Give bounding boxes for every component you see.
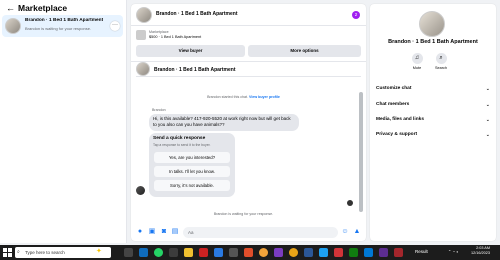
gif-icon[interactable]: ▤: [171, 228, 179, 236]
marketplace-header: ← Marketplace: [6, 3, 67, 13]
quick-response-option[interactable]: Yes, are you interested?: [154, 152, 230, 163]
app-icon[interactable]: [349, 248, 358, 257]
message-bubble: Hi, is this available? 417-920-5520 at w…: [149, 114, 299, 131]
taskbar-result-label[interactable]: Result: [415, 249, 428, 254]
chat-scrollbar[interactable]: [359, 92, 363, 212]
bell-icon: ♫: [411, 53, 423, 64]
chat-header-thumbnail: [136, 7, 152, 23]
search-icon: ⌕: [435, 53, 447, 64]
app-icon[interactable]: [169, 248, 178, 257]
microphone-icon[interactable]: ●: [136, 228, 144, 236]
app-icon[interactable]: [364, 248, 373, 257]
listing-card: Marketplace $500 · 1 Bed 1 Bath Apartmen…: [131, 28, 366, 62]
section-label: Media, files and links: [376, 117, 424, 122]
emoji-icon[interactable]: ☺: [341, 228, 349, 236]
subheader-name: Brandon · 1 Bed 1 Bath Apartment: [154, 67, 236, 73]
sidebar-title: Marketplace: [18, 3, 68, 13]
more-options-button[interactable]: More options: [248, 45, 361, 57]
quick-response-option[interactable]: Sorry, it's not available.: [154, 180, 230, 191]
app-icon[interactable]: [319, 248, 328, 257]
chevron-down-icon: ⌄: [485, 86, 490, 92]
section-label: Customize chat: [376, 86, 412, 91]
taskbar-clock[interactable]: 2:03 AM 12/16/2023: [462, 246, 490, 256]
listing-thumbnail: [5, 18, 21, 34]
like-icon[interactable]: ▲: [353, 228, 361, 236]
message-composer: ● ▣ ◙ ▤ Aa ☺ ▲: [131, 224, 366, 241]
quick-response-title: Send a quick response: [153, 136, 206, 141]
app-icon[interactable]: [304, 248, 313, 257]
view-buyer-button[interactable]: View buyer: [136, 45, 245, 57]
quick-response-card: Send a quick response Tap a response to …: [149, 133, 235, 197]
edge-browser-icon[interactable]: [139, 248, 148, 257]
chevron-down-icon: ⌄: [485, 102, 490, 108]
waiting-notice: Brandon is waiting for your response.: [213, 212, 274, 216]
quick-response-subtitle: Tap a response to send it to the buyer.: [153, 143, 211, 147]
more-options-icon[interactable]: ···: [110, 21, 120, 31]
sender-avatar: [136, 186, 145, 195]
whatsapp-icon[interactable]: [154, 248, 163, 257]
listing-price: $500 · 1 Bed 1 Bath Apartment: [149, 35, 202, 39]
widgets-icon[interactable]: ✦: [96, 247, 102, 255]
chevron-down-icon: ⌄: [485, 132, 490, 138]
sticker-icon[interactable]: ◙: [160, 228, 168, 236]
app-icon[interactable]: [214, 248, 223, 257]
app-icon[interactable]: [334, 248, 343, 257]
privacy-support-row[interactable]: Privacy & support ⌄: [376, 129, 490, 141]
details-name: Brandon · 1 Bed 1 Bath Apartment: [388, 39, 478, 45]
section-label: Privacy & support: [376, 132, 418, 137]
windows-start-icon[interactable]: [3, 248, 12, 257]
notification-badge[interactable]: 2: [352, 11, 360, 19]
chat-subheader: Brandon · 1 Bed 1 Bath Apartment: [136, 62, 361, 77]
chrome-icon[interactable]: [289, 248, 298, 257]
chevron-down-icon: ⌄: [485, 117, 490, 123]
message-input[interactable]: Aa: [183, 227, 338, 238]
app-icon[interactable]: [229, 248, 238, 257]
task-view-icon[interactable]: [124, 248, 133, 257]
chat-started-text: Brandon started this chat.: [207, 95, 249, 99]
app-icon[interactable]: [379, 248, 388, 257]
subheader-thumbnail: [136, 62, 150, 76]
listing-image: [136, 30, 146, 40]
file-explorer-icon[interactable]: [184, 248, 193, 257]
media-files-links-row[interactable]: Media, files and links ⌄: [376, 114, 490, 126]
chat-members-row[interactable]: Chat members ⌄: [376, 99, 490, 111]
chat-list-item[interactable]: Brandon · 1 Bed 1 Bath Apartment Brandon…: [2, 15, 123, 37]
customize-chat-row[interactable]: Customize chat ⌄: [376, 83, 490, 95]
view-buyer-profile-link[interactable]: View buyer profile: [249, 95, 280, 99]
listing-source: Marketplace: [149, 30, 169, 34]
firefox-icon[interactable]: [259, 248, 268, 257]
message-sender: Brandon: [152, 108, 166, 112]
chat-list-item-title: Brandon · 1 Bed 1 Bath Apartment: [25, 18, 103, 23]
search-label: Search: [434, 66, 448, 70]
section-label: Chat members: [376, 102, 410, 107]
listing-photo: [419, 11, 445, 37]
taskbar-search-placeholder: Type here to search: [25, 250, 65, 255]
search-button[interactable]: ⌕ Search: [426, 53, 456, 70]
chat-started-notice: Brandon started this chat. View buyer pr…: [131, 95, 356, 99]
quick-response-option[interactable]: In talks. I'll let you know.: [154, 166, 230, 177]
clock-date: 12/16/2023: [470, 251, 490, 255]
app-icon[interactable]: [244, 248, 253, 257]
chat-list-item-subtitle: Brandon is waiting for your response.: [25, 26, 92, 31]
back-arrow-icon[interactable]: ←: [6, 3, 15, 13]
search-icon: ⌕: [17, 249, 20, 255]
seen-avatar-icon: [347, 200, 353, 206]
app-icon[interactable]: [199, 248, 208, 257]
app-icon[interactable]: [274, 248, 283, 257]
chat-header-name[interactable]: Brandon · 1 Bed 1 Bath Apartment: [156, 11, 238, 17]
chat-header: Brandon · 1 Bed 1 Bath Apartment 2: [131, 4, 366, 26]
system-tray-icons[interactable]: ⌃ ◔ ◖: [448, 249, 458, 254]
app-icon[interactable]: [394, 248, 403, 257]
image-icon[interactable]: ▣: [148, 228, 156, 236]
